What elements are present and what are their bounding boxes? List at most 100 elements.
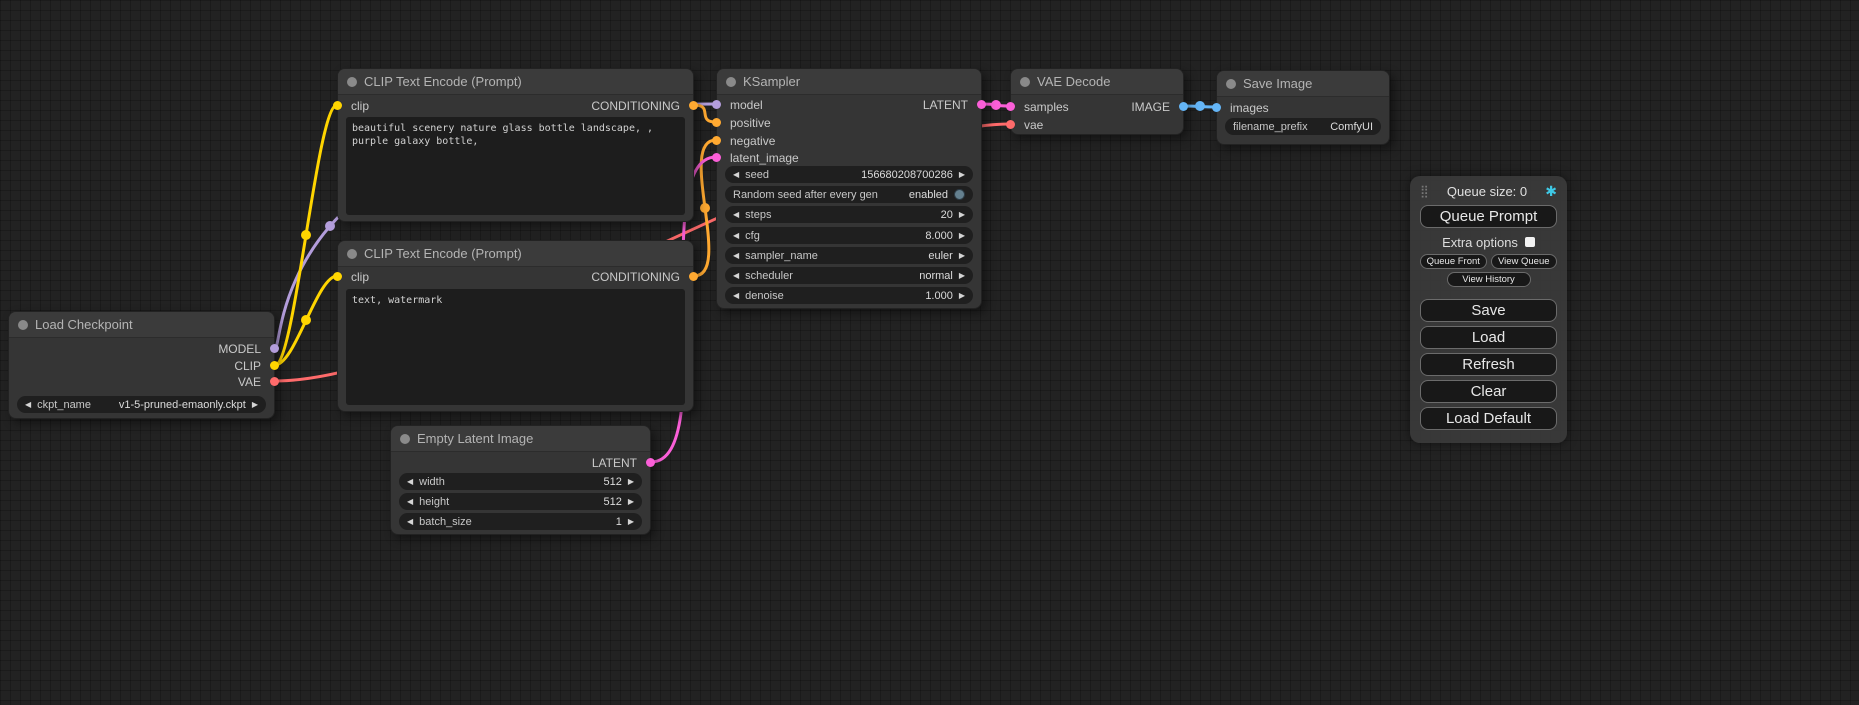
increment-arrow-icon[interactable]: ▶ xyxy=(628,478,634,486)
load-button[interactable]: Load xyxy=(1420,326,1557,349)
width-widget[interactable]: ◀ width 512 ▶ xyxy=(399,473,642,490)
widget-name: sampler_name xyxy=(745,250,818,262)
decrement-arrow-icon[interactable]: ◀ xyxy=(733,171,739,179)
negative-prompt-textarea[interactable]: text, watermark xyxy=(346,289,685,405)
save-button[interactable]: Save xyxy=(1420,299,1557,322)
output-label-vae: VAE xyxy=(238,375,261,389)
random-seed-widget[interactable]: Random seed after every gen enabled xyxy=(725,186,973,203)
decrement-arrow-icon[interactable]: ◀ xyxy=(733,232,739,240)
node-title: KSampler xyxy=(743,74,800,89)
widget-name: denoise xyxy=(745,290,784,302)
negative-input-dot[interactable] xyxy=(712,136,721,145)
samples-input-dot[interactable] xyxy=(1006,102,1015,111)
collapse-dot-icon[interactable] xyxy=(726,77,736,87)
increment-arrow-icon[interactable]: ▶ xyxy=(959,211,965,219)
scheduler-widget[interactable]: ◀ scheduler normal ▶ xyxy=(725,267,973,284)
increment-arrow-icon[interactable]: ▶ xyxy=(628,498,634,506)
decrement-arrow-icon[interactable]: ◀ xyxy=(733,252,739,260)
queue-front-button[interactable]: Queue Front xyxy=(1420,254,1487,269)
node-empty-latent-image[interactable]: Empty Latent Image LATENT ◀ width 512 ▶ … xyxy=(390,425,651,535)
images-input-dot[interactable] xyxy=(1212,103,1221,112)
node-title-bar[interactable]: Empty Latent Image xyxy=(391,426,650,452)
random-seed-toggle[interactable] xyxy=(954,189,965,200)
refresh-button[interactable]: Refresh xyxy=(1420,353,1557,376)
widget-value: 20 xyxy=(777,209,952,221)
queue-prompt-button[interactable]: Queue Prompt xyxy=(1420,205,1557,228)
clip-output-dot[interactable] xyxy=(270,361,279,370)
increment-arrow-icon[interactable]: ▶ xyxy=(252,401,258,409)
input-label-latent-image: latent_image xyxy=(730,151,799,165)
node-title-bar[interactable]: Save Image xyxy=(1217,71,1389,97)
decrement-arrow-icon[interactable]: ◀ xyxy=(733,272,739,280)
collapse-dot-icon[interactable] xyxy=(400,434,410,444)
steps-widget[interactable]: ◀ steps 20 ▶ xyxy=(725,206,973,223)
output-label-conditioning: CONDITIONING xyxy=(591,99,680,113)
filename-prefix-widget[interactable]: filename_prefix ComfyUI xyxy=(1225,118,1381,135)
conditioning-output-dot[interactable] xyxy=(689,101,698,110)
input-label-model: model xyxy=(730,98,763,112)
collapse-dot-icon[interactable] xyxy=(347,77,357,87)
node-load-checkpoint[interactable]: Load Checkpoint MODEL CLIP VAE ◀ ckpt_na… xyxy=(8,311,275,419)
increment-arrow-icon[interactable]: ▶ xyxy=(959,252,965,260)
clip-input-dot[interactable] xyxy=(333,101,342,110)
image-output-dot[interactable] xyxy=(1179,102,1188,111)
view-history-button[interactable]: View History xyxy=(1447,272,1531,287)
vae-input-dot[interactable] xyxy=(1006,120,1015,129)
widget-name: Random seed after every gen xyxy=(733,189,878,201)
increment-arrow-icon[interactable]: ▶ xyxy=(959,292,965,300)
view-queue-button[interactable]: View Queue xyxy=(1491,254,1558,269)
node-save-image[interactable]: Save Image images filename_prefix ComfyU… xyxy=(1216,70,1390,145)
link-dot-clip-positive xyxy=(301,230,311,240)
latent-output-dot[interactable] xyxy=(977,100,986,109)
decrement-arrow-icon[interactable]: ◀ xyxy=(407,478,413,486)
decrement-arrow-icon[interactable]: ◀ xyxy=(407,498,413,506)
node-title-bar[interactable]: VAE Decode xyxy=(1011,69,1183,95)
node-title-bar[interactable]: KSampler xyxy=(717,69,981,95)
positive-prompt-textarea[interactable]: beautiful scenery nature glass bottle la… xyxy=(346,117,685,215)
node-title-bar[interactable]: CLIP Text Encode (Prompt) xyxy=(338,69,693,95)
decrement-arrow-icon[interactable]: ◀ xyxy=(407,518,413,526)
increment-arrow-icon[interactable]: ▶ xyxy=(959,171,965,179)
node-ksampler[interactable]: KSampler model positive negative latent_… xyxy=(716,68,982,309)
extra-options-checkbox[interactable] xyxy=(1525,237,1535,247)
clip-input-dot[interactable] xyxy=(333,272,342,281)
collapse-dot-icon[interactable] xyxy=(1020,77,1030,87)
collapse-dot-icon[interactable] xyxy=(18,320,28,330)
positive-input-dot[interactable] xyxy=(712,118,721,127)
vae-output-dot[interactable] xyxy=(270,377,279,386)
drag-handle-icon[interactable]: ⣿ xyxy=(1420,185,1429,197)
node-vae-decode[interactable]: VAE Decode samples vae IMAGE xyxy=(1010,68,1184,135)
latent-image-input-dot[interactable] xyxy=(712,153,721,162)
node-title: Load Checkpoint xyxy=(35,317,133,332)
decrement-arrow-icon[interactable]: ◀ xyxy=(733,211,739,219)
collapse-dot-icon[interactable] xyxy=(347,249,357,259)
settings-gear-icon[interactable]: ✱ xyxy=(1545,184,1557,198)
ckpt-name-widget[interactable]: ◀ ckpt_name v1-5-pruned-emaonly.ckpt ▶ xyxy=(17,396,266,413)
decrement-arrow-icon[interactable]: ◀ xyxy=(733,292,739,300)
model-input-dot[interactable] xyxy=(712,100,721,109)
node-title-bar[interactable]: Load Checkpoint xyxy=(9,312,274,338)
seed-widget[interactable]: ◀ seed 156680208700286 ▶ xyxy=(725,166,973,183)
node-title: VAE Decode xyxy=(1037,74,1110,89)
sampler-name-widget[interactable]: ◀ sampler_name euler ▶ xyxy=(725,247,973,264)
increment-arrow-icon[interactable]: ▶ xyxy=(959,232,965,240)
model-output-dot[interactable] xyxy=(270,344,279,353)
node-graph-canvas[interactable]: Load Checkpoint MODEL CLIP VAE ◀ ckpt_na… xyxy=(0,0,1859,705)
clear-button[interactable]: Clear xyxy=(1420,380,1557,403)
latent-output-dot[interactable] xyxy=(646,458,655,467)
node-title-bar[interactable]: CLIP Text Encode (Prompt) xyxy=(338,241,693,267)
collapse-dot-icon[interactable] xyxy=(1226,79,1236,89)
denoise-widget[interactable]: ◀ denoise 1.000 ▶ xyxy=(725,287,973,304)
load-default-button[interactable]: Load Default xyxy=(1420,407,1557,430)
conditioning-output-dot[interactable] xyxy=(689,272,698,281)
decrement-arrow-icon[interactable]: ◀ xyxy=(25,401,31,409)
node-title: CLIP Text Encode (Prompt) xyxy=(364,246,522,261)
node-clip-text-encode-negative[interactable]: CLIP Text Encode (Prompt) clip CONDITION… xyxy=(337,240,694,412)
increment-arrow-icon[interactable]: ▶ xyxy=(959,272,965,280)
height-widget[interactable]: ◀ height 512 ▶ xyxy=(399,493,642,510)
input-label-clip: clip xyxy=(351,270,369,284)
node-clip-text-encode-positive[interactable]: CLIP Text Encode (Prompt) clip CONDITION… xyxy=(337,68,694,222)
batch-size-widget[interactable]: ◀ batch_size 1 ▶ xyxy=(399,513,642,530)
cfg-widget[interactable]: ◀ cfg 8.000 ▶ xyxy=(725,227,973,244)
increment-arrow-icon[interactable]: ▶ xyxy=(628,518,634,526)
